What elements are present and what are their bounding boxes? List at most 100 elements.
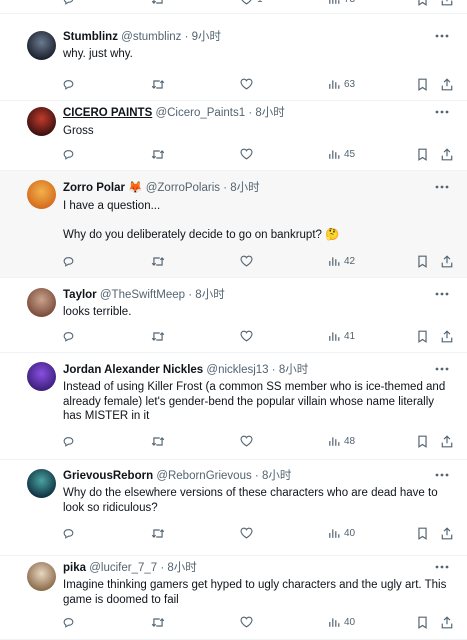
reply-button[interactable]	[62, 0, 75, 6]
reply-button[interactable]	[62, 255, 75, 268]
display-name[interactable]: Taylor	[63, 289, 97, 301]
like-button[interactable]: 1	[240, 0, 263, 5]
reply-tweet[interactable]: CICERO PAINTS @Cicero_Paints1 · 8小时 Gross…	[0, 101, 467, 171]
bookmark-button[interactable]	[417, 435, 428, 448]
avatar[interactable]	[27, 288, 56, 317]
timestamp[interactable]: 9小时	[192, 31, 221, 43]
reply-button[interactable]	[62, 435, 75, 448]
retweet-button[interactable]	[151, 78, 165, 91]
like-button[interactable]	[240, 616, 253, 628]
retweet-button[interactable]	[151, 255, 165, 268]
like-button[interactable]	[240, 435, 253, 447]
bookmark-button[interactable]	[417, 148, 428, 161]
reply-tweet[interactable]: Stumblinz @stumblinz · 9小时 why. just why.…	[0, 15, 467, 101]
share-button[interactable]	[441, 78, 453, 91]
timestamp[interactable]: 8小时	[279, 364, 308, 376]
reply-button[interactable]	[62, 527, 75, 540]
handle[interactable]: @TheSwiftMeep	[100, 289, 185, 301]
share-button[interactable]	[441, 527, 453, 540]
avatar[interactable]	[27, 469, 56, 498]
reply-button[interactable]	[62, 616, 75, 629]
views-button[interactable]: 41	[328, 330, 355, 342]
more-options-button[interactable]	[435, 473, 449, 479]
reply-tweet[interactable]: pika @lucifer_7_7 · 8小时 Imagine thinking …	[0, 556, 467, 640]
retweet-button[interactable]	[151, 0, 165, 6]
retweet-button[interactable]	[151, 527, 165, 540]
tweet-actions: 42	[0, 255, 467, 269]
more-options-button[interactable]	[435, 185, 449, 191]
timestamp[interactable]: 8小时	[262, 470, 291, 482]
views-icon	[328, 330, 340, 342]
timestamp[interactable]: 8小时	[195, 289, 224, 301]
share-button[interactable]	[441, 255, 453, 268]
more-options-button[interactable]	[435, 110, 449, 116]
timestamp[interactable]: 8小时	[167, 562, 196, 574]
share-button[interactable]	[441, 0, 453, 6]
avatar[interactable]	[27, 31, 56, 60]
display-name[interactable]: CICERO PAINTS	[63, 107, 152, 119]
more-options-button[interactable]	[435, 34, 449, 40]
display-name[interactable]: Zorro Polar	[63, 182, 125, 194]
like-button[interactable]	[240, 148, 253, 160]
avatar[interactable]	[27, 107, 56, 136]
more-options-button[interactable]	[435, 565, 449, 571]
share-icon	[441, 527, 453, 540]
display-name[interactable]: pika	[63, 562, 86, 574]
display-name[interactable]: Stumblinz	[63, 31, 118, 43]
views-button[interactable]: 48	[328, 435, 355, 447]
like-button[interactable]	[240, 78, 253, 90]
share-icon	[441, 330, 453, 343]
bookmark-icon	[417, 435, 428, 448]
views-button[interactable]: 63	[328, 78, 355, 90]
avatar[interactable]	[27, 362, 56, 391]
reply-tweet[interactable]: GrievousReborn @RebornGrievous · 8小时 Why …	[0, 460, 467, 556]
bookmark-button[interactable]	[417, 330, 428, 343]
handle[interactable]: @RebornGrievous	[156, 470, 251, 482]
avatar[interactable]	[27, 180, 56, 209]
timestamp[interactable]: 8小时	[255, 107, 284, 119]
retweet-button[interactable]	[151, 148, 165, 161]
bookmark-button[interactable]	[417, 616, 428, 629]
reply-button[interactable]	[62, 148, 75, 161]
reply-tweet[interactable]: Taylor @TheSwiftMeep · 8小时 looks terrible…	[0, 278, 467, 353]
retweet-button[interactable]	[151, 330, 165, 343]
views-icon	[328, 148, 340, 160]
views-button[interactable]: 73	[328, 0, 355, 5]
reply-icon	[62, 78, 75, 91]
views-icon	[328, 0, 340, 5]
reply-button[interactable]	[62, 330, 75, 343]
share-button[interactable]	[441, 148, 453, 161]
bookmark-button[interactable]	[417, 78, 428, 91]
reply-tweet[interactable]: Jordan Alexander Nickles @nicklesj13 · 8…	[0, 353, 467, 460]
reply-button[interactable]	[62, 78, 75, 91]
views-button[interactable]: 40	[328, 616, 355, 628]
more-options-button[interactable]	[435, 292, 449, 298]
views-button[interactable]: 45	[328, 148, 355, 160]
retweet-button[interactable]	[151, 616, 165, 629]
avatar[interactable]	[27, 562, 56, 591]
share-button[interactable]	[441, 616, 453, 629]
like-button[interactable]	[240, 527, 253, 539]
handle[interactable]: @stumblinz	[121, 31, 181, 43]
retweet-button[interactable]	[151, 435, 165, 448]
share-button[interactable]	[441, 435, 453, 448]
like-button[interactable]	[240, 330, 253, 342]
more-options-button[interactable]	[435, 367, 449, 373]
reply-tweet[interactable]: Zorro Polar 🦊 @ZorroPolaris · 8小时 I have …	[0, 171, 467, 278]
handle[interactable]: @Cicero_Paints1	[155, 107, 245, 119]
like-button[interactable]	[240, 255, 253, 267]
share-button[interactable]	[441, 330, 453, 343]
views-button[interactable]: 40	[328, 527, 355, 539]
bookmark-button[interactable]	[417, 0, 428, 6]
views-button[interactable]: 42	[328, 255, 355, 267]
bookmark-button[interactable]	[417, 527, 428, 540]
display-name[interactable]: Jordan Alexander Nickles	[63, 364, 203, 376]
bookmark-button[interactable]	[417, 255, 428, 268]
display-name[interactable]: GrievousReborn	[63, 470, 153, 482]
retweet-icon	[151, 527, 165, 540]
handle[interactable]: @lucifer_7_7	[89, 562, 157, 574]
handle[interactable]: @ZorroPolaris	[146, 182, 220, 194]
timestamp[interactable]: 8小时	[230, 182, 259, 194]
retweet-icon	[151, 78, 165, 91]
handle[interactable]: @nicklesj13	[206, 364, 268, 376]
